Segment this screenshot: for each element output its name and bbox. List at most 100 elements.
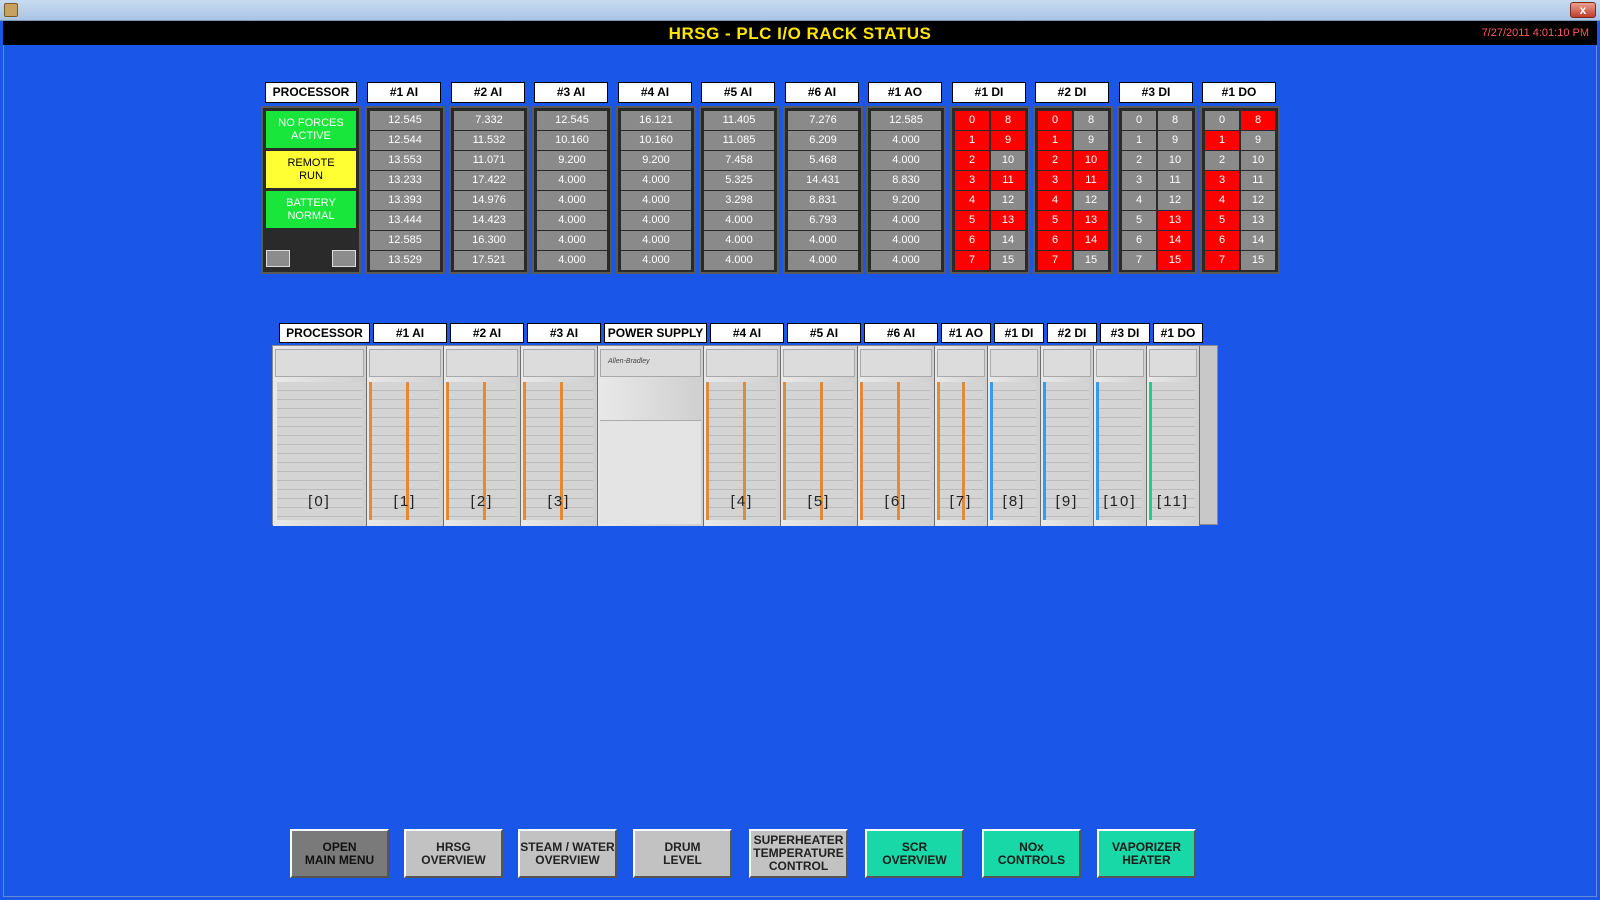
discrete-channel-indicator: 13 (991, 211, 1025, 230)
analog-channel-value: 8.830 (871, 171, 941, 190)
analog-channel-value: 14.431 (788, 171, 858, 190)
analog-channel-value: 4.000 (537, 251, 607, 270)
analog-channel-value: 17.521 (454, 251, 524, 270)
analog-module-panel: 7.276 6.209 5.468 14.431 8.831 6.793 4.000 4.00… (783, 106, 863, 274)
analog-channel-value: 11.405 (704, 111, 774, 130)
discrete-channel-indicator: 10 (1074, 151, 1108, 170)
column-label: #1 DI (952, 82, 1026, 103)
processor-indicator-left (266, 250, 290, 267)
nav-button-4[interactable]: SUPERHEATER TEMPERATURE CONTROL (749, 829, 848, 878)
discrete-channel-indicator: 9 (1241, 131, 1275, 150)
column-label: #1 AI (367, 82, 441, 103)
analog-channel-value: 9.200 (871, 191, 941, 210)
io-module: [4] (704, 346, 781, 526)
discrete-channel-indicator: 2 (1205, 151, 1239, 170)
discrete-module-panel: 0 8 1 9 2 10 3 11 4 12 5 13 6 14 7 15 (950, 106, 1030, 274)
discrete-channel-indicator: 14 (1158, 231, 1192, 250)
rack-slot-number: [6] (884, 493, 908, 510)
analog-channel-value: 4.000 (537, 211, 607, 230)
analog-channel-value: 9.200 (621, 151, 691, 170)
analog-channel-value: 12.545 (537, 111, 607, 130)
nav-button-6[interactable]: NOx CONTROLS (982, 829, 1081, 878)
rack-slot-label: #2 DI (1047, 323, 1097, 343)
discrete-channel-indicator: 3 (1038, 171, 1072, 190)
rack-slot-label: #4 AI (710, 323, 784, 343)
processor-module: [0] (273, 346, 367, 526)
discrete-channel-row: 08 (955, 111, 1025, 130)
processor-indicator-right (332, 250, 356, 267)
discrete-channel-indicator: 11 (1074, 171, 1108, 190)
discrete-channel-row: 3 11 (1038, 171, 1108, 190)
processor-status-mode: REMOTE RUN (266, 151, 356, 188)
analog-channel-value: 4.000 (537, 231, 607, 250)
module-faceplate (783, 349, 855, 377)
module-faceplate (990, 349, 1038, 377)
module-faceplate (523, 349, 595, 377)
nav-button-2[interactable]: STEAM / WATER OVERVIEW (518, 829, 617, 878)
discrete-channel-row: 08 (1205, 111, 1275, 130)
rack-slot-number: [1] (393, 493, 417, 510)
discrete-channel-indicator: 0 (1122, 111, 1156, 130)
discrete-channel-row: 4 12 (955, 191, 1025, 210)
discrete-channel-indicator: 13 (1241, 211, 1275, 230)
analog-channel-value: 11.071 (454, 151, 524, 170)
discrete-channel-indicator: 1 (1122, 131, 1156, 150)
nav-button-5[interactable]: SCR OVERVIEW (865, 829, 964, 878)
rack-slot-label: #2 AI (450, 323, 524, 343)
discrete-channel-indicator: 6 (955, 231, 989, 250)
analog-module-panel: 12.545 10.160 9.200 4.000 4.000 4.000 4.000 4.0… (532, 106, 612, 274)
io-module: [3] (521, 346, 598, 526)
discrete-channel-indicator: 6 (1122, 231, 1156, 250)
discrete-channel-row: 08 (1122, 111, 1192, 130)
discrete-channel-indicator: 0 (1038, 111, 1072, 130)
module-faceplate (275, 349, 364, 377)
analog-channel-value: 11.532 (454, 131, 524, 150)
discrete-channel-row: 19 (1038, 131, 1108, 150)
discrete-channel-indicator: 3 (955, 171, 989, 190)
column-label: #3 AI (534, 82, 608, 103)
discrete-channel-row: 2 10 (1205, 151, 1275, 170)
discrete-channel-row: 5 13 (955, 211, 1025, 230)
rack-slot-number: [8] (1002, 493, 1026, 510)
analog-channel-value: 12.545 (370, 111, 440, 130)
column-label: #5 AI (701, 82, 775, 103)
nav-button-7[interactable]: VAPORIZER HEATER (1097, 829, 1196, 878)
module-faceplate (369, 349, 441, 377)
discrete-channel-row: 5 13 (1205, 211, 1275, 230)
discrete-channel-row: 7 15 (1038, 251, 1108, 270)
rack-slot-label: #3 DI (1100, 323, 1150, 343)
discrete-channel-indicator: 12 (991, 191, 1025, 210)
module-faceplate (706, 349, 778, 377)
discrete-channel-indicator: 9 (1074, 131, 1108, 150)
analog-channel-value: 6.793 (788, 211, 858, 230)
rack-slot-label: #1 AI (373, 323, 447, 343)
nav-button-0[interactable]: OPEN MAIN MENU (290, 829, 389, 878)
rack-slot-label: #1 DI (994, 323, 1044, 343)
analog-channel-value: 4.000 (871, 231, 941, 250)
io-module: [6] (858, 346, 935, 526)
rack-slot-number: [3] (547, 493, 571, 510)
column-label: #2 DI (1035, 82, 1109, 103)
analog-channel-value: 12.585 (871, 111, 941, 130)
discrete-channel-row: 6 14 (1038, 231, 1108, 250)
analog-channel-value: 7.458 (704, 151, 774, 170)
discrete-channel-indicator: 15 (1074, 251, 1108, 270)
nav-button-3[interactable]: DRUM LEVEL (633, 829, 732, 878)
analog-module-panel: 7.332 11.532 11.071 17.422 14.976 14.423 16.30… (449, 106, 529, 274)
rack-slot-label: PROCESSOR (279, 323, 370, 343)
analog-channel-value: 4.000 (621, 231, 691, 250)
discrete-channel-indicator: 5 (955, 211, 989, 230)
discrete-channel-indicator: 6 (1038, 231, 1072, 250)
discrete-channel-row: 2 10 (955, 151, 1025, 170)
page-header: HRSG - PLC I/O RACK STATUS 7/27/2011 4:0… (3, 21, 1597, 45)
io-module: [10] (1094, 346, 1147, 526)
nav-button-1[interactable]: HRSG OVERVIEW (404, 829, 503, 878)
discrete-channel-row: 4 12 (1205, 191, 1275, 210)
analog-channel-value: 16.121 (621, 111, 691, 130)
discrete-channel-indicator: 0 (1205, 111, 1239, 130)
rack-slot-label: #3 AI (527, 323, 601, 343)
discrete-channel-row: 7 15 (1122, 251, 1192, 270)
window-close-button[interactable]: x (1570, 2, 1596, 18)
analog-channel-value: 4.000 (871, 211, 941, 230)
processor-status-battery: BATTERY NORMAL (266, 191, 356, 228)
